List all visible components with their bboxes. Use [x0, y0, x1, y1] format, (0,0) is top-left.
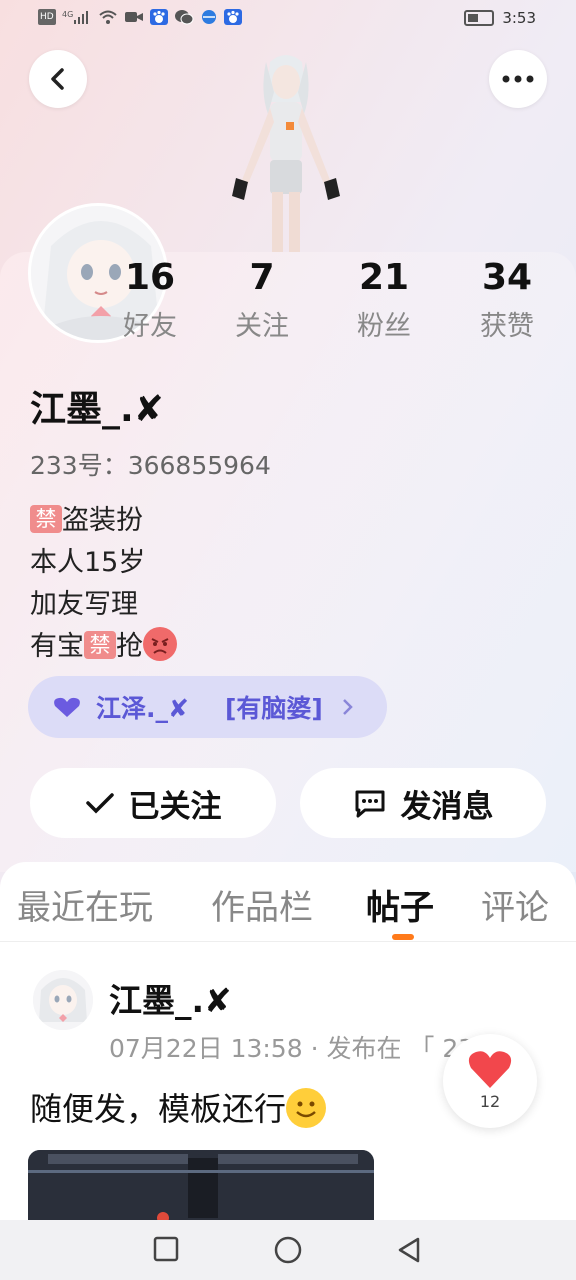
tab-posts[interactable]: 帖子 [366, 880, 434, 929]
stat-fans[interactable]: 21 粉丝 [329, 252, 439, 343]
status-bar: HD 4G 3:53 [0, 0, 576, 40]
stat-friends[interactable]: 16 好友 [95, 252, 205, 343]
more-button[interactable] [489, 50, 547, 108]
bio-line: 本人15岁 [30, 547, 146, 578]
tab-comments[interactable]: 评论 [481, 880, 549, 929]
chevron-right-icon [342, 699, 353, 715]
profile-id[interactable]: 233号：366855964 [30, 446, 271, 482]
stat-number: 34 [481, 257, 533, 298]
baidu-icon [149, 9, 168, 25]
ban-badge: 禁 [30, 505, 62, 533]
post-text: 随便发，模板还行 [30, 1084, 327, 1130]
stat-following[interactable]: 7 关注 [207, 252, 317, 343]
stat-label: 获赞 [480, 311, 534, 342]
baidu-icon [223, 9, 242, 25]
bio-line: 有宝禁抢 [30, 626, 177, 668]
cp-name: 江泽._✘ [96, 694, 189, 723]
bio-text: 盗装扮 [62, 505, 143, 536]
heart-icon [54, 697, 80, 717]
post-author-avatar[interactable] [33, 970, 93, 1030]
send-message-button[interactable]: 发消息 [300, 768, 546, 838]
ban-badge: 禁 [84, 631, 116, 659]
battery-icon [464, 10, 495, 26]
wechat-icon [174, 9, 194, 25]
post-text-content: 随便发，模板还行 [30, 1090, 287, 1128]
bio-text: 有宝 [30, 631, 84, 662]
recent-apps-icon[interactable] [153, 1236, 179, 1262]
like-button[interactable]: 12 [443, 1034, 537, 1128]
active-tab-indicator [392, 934, 414, 940]
post-image[interactable] [28, 1150, 374, 1220]
avatar-3d-model[interactable] [230, 52, 342, 252]
back-nav-icon[interactable] [396, 1236, 422, 1264]
wifi-icon [98, 9, 118, 25]
stat-label: 粉丝 [357, 311, 411, 342]
stat-likes[interactable]: 34 获赞 [452, 252, 562, 343]
stat-label: 好友 [123, 311, 177, 342]
signal-icon: 4G [62, 9, 92, 25]
smile-emoji-icon [286, 1088, 327, 1128]
browser-icon [200, 9, 218, 25]
stat-number: 16 [124, 257, 176, 298]
heart-icon [468, 1051, 512, 1088]
check-icon [85, 793, 114, 814]
tab-recently-played[interactable]: 最近在玩 [17, 880, 153, 929]
stat-label: 关注 [235, 311, 289, 342]
system-nav-bar [0, 1220, 576, 1280]
cp-relation: [有脑婆] [224, 694, 323, 723]
video-icon [124, 9, 144, 25]
hd-icon: HD [38, 9, 56, 25]
message-label: 发消息 [400, 788, 494, 825]
profile-bio: 禁盗装扮 本人15岁 加友写理 有宝禁抢 [30, 500, 177, 668]
home-icon[interactable] [274, 1236, 302, 1264]
bio-line: 加友写理 [30, 589, 138, 620]
bio-line: 禁盗装扮 [30, 500, 177, 542]
clock: 3:53 [502, 9, 536, 27]
svg-text:4G: 4G [62, 10, 73, 19]
bio-text: 抢 [116, 631, 143, 662]
message-icon [355, 790, 384, 818]
profile-name: 江墨_.✘ [30, 389, 164, 430]
profile-stats: 16 好友 7 关注 21 粉丝 34 获赞 [110, 252, 570, 352]
back-button[interactable] [29, 50, 87, 108]
post-author-name[interactable]: 江墨_.✘ [109, 974, 232, 1022]
cp-relation-pill[interactable]: 江泽._✘ [有脑婆] [28, 676, 387, 738]
stat-number: 7 [249, 257, 275, 298]
tab-works[interactable]: 作品栏 [211, 880, 313, 929]
stat-number: 21 [358, 257, 410, 298]
angry-face-icon [143, 627, 177, 661]
followed-button[interactable]: 已关注 [30, 768, 276, 838]
more-dots-icon [502, 75, 534, 83]
back-arrow-icon [51, 68, 64, 90]
like-count: 12 [479, 1092, 501, 1111]
followed-label: 已关注 [128, 788, 222, 825]
